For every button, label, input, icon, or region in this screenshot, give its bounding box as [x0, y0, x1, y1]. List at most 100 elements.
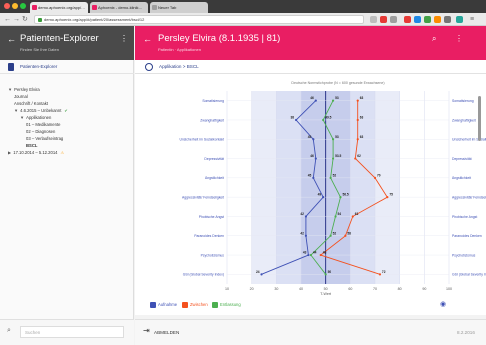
- expand-toggle-icon[interactable]: ▶: [8, 150, 11, 155]
- category-label-left: Paranoides Denken: [194, 234, 224, 238]
- check-icon: ✔: [64, 108, 68, 113]
- tree-item-label: Journal: [14, 94, 28, 99]
- data-label: 62: [357, 154, 361, 158]
- browser-tab-0[interactable]: demo.aphoenix.org/app/…: [30, 2, 88, 13]
- data-point: [373, 176, 377, 179]
- x-tick-label: 60: [348, 287, 352, 291]
- tree-item[interactable]: 01 – Medikamente: [26, 122, 60, 127]
- category-label-right: Psychotizismus: [452, 253, 476, 257]
- category-label-right: Somatisierung: [452, 99, 474, 103]
- legend-checkbox[interactable]: [212, 302, 218, 308]
- x-tick-label: 100: [446, 287, 452, 291]
- extension-icon[interactable]: [456, 16, 463, 23]
- extension-icon[interactable]: [390, 16, 397, 23]
- legend-checkbox[interactable]: [182, 302, 188, 308]
- data-point: [304, 215, 308, 218]
- maximize-window-icon[interactable]: [20, 3, 26, 9]
- logout-icon[interactable]: ⇥: [143, 326, 150, 335]
- sidebar-title: Patienten-Explorer: [20, 33, 99, 44]
- tree-item-label: Applikationen: [26, 115, 52, 120]
- footer-date: 8.2.2016: [457, 330, 475, 335]
- data-point: [294, 118, 298, 122]
- sidebar-header: ← Patienten-Explorer Finden Sie Ihre Dat…: [0, 26, 134, 60]
- logout-button[interactable]: ABMELDEN: [154, 330, 179, 335]
- category-label-left: Aggressivität/ Feindseligkeit: [182, 195, 224, 199]
- search-icon[interactable]: ⌕: [432, 34, 436, 44]
- tree-item[interactable]: 02 – Diagnosen: [26, 129, 55, 134]
- tree-item[interactable]: ▶ 17.10.2014 – 5.12.2014 ⚠: [8, 150, 64, 155]
- tree-item[interactable]: ▼ Persley Elvira: [8, 87, 40, 92]
- tree-item[interactable]: ▼ Applikationen: [20, 115, 51, 120]
- bookmark-star-icon[interactable]: [370, 16, 377, 23]
- url-text: demo.aphoenix.org/app/#/patient/20/asses…: [44, 17, 145, 22]
- data-label: 63: [360, 115, 364, 119]
- expand-toggle-icon[interactable]: ▼: [14, 108, 18, 113]
- search-input[interactable]: Suchen: [20, 326, 124, 338]
- data-point: [351, 215, 354, 218]
- chart-svg: Deutsche Normstichprobe (N = 600 gesunde…: [180, 81, 486, 296]
- x-tick-label: 70: [373, 287, 377, 291]
- extension-icon[interactable]: [414, 16, 421, 23]
- more-vert-icon[interactable]: ⋮: [455, 34, 463, 43]
- back-arrow-icon[interactable]: ←: [143, 34, 152, 44]
- data-point: [378, 273, 382, 276]
- extension-icon[interactable]: [380, 16, 387, 23]
- data-label: 45: [308, 135, 312, 139]
- reload-icon[interactable]: ↻: [22, 15, 28, 24]
- tab-label: Aphoenix - demo-klinik…: [98, 5, 143, 10]
- tree-item-label: BSCL: [26, 143, 38, 148]
- browser-tab-1[interactable]: Aphoenix - demo-klinik…: [90, 2, 148, 13]
- data-label: 63: [360, 135, 364, 139]
- data-label: 52: [333, 173, 337, 177]
- browser-menu-icon[interactable]: ≡: [470, 15, 474, 24]
- data-point: [312, 138, 315, 141]
- x-axis-label: T-Wert: [320, 292, 331, 296]
- data-label: 42: [300, 231, 304, 235]
- x-tick-label: 80: [398, 287, 402, 291]
- tree-item[interactable]: Journal: [14, 94, 28, 99]
- category-label-right: Ängstlichkeit: [452, 176, 471, 180]
- expand-toggle-icon[interactable]: ▼: [20, 115, 24, 120]
- close-window-icon[interactable]: [4, 3, 10, 9]
- extension-icon[interactable]: [434, 16, 441, 23]
- patient-header: ← Persley Elvira (8.1.1935 | 81) Patient…: [135, 26, 486, 60]
- tree-item[interactable]: ▼ 4.6.2015 – Unbekannt ✔: [14, 108, 68, 113]
- data-label: 49.5: [325, 115, 331, 119]
- legend-label: Entlassung: [220, 302, 241, 307]
- data-point: [322, 118, 325, 122]
- scrollbar[interactable]: [478, 96, 481, 141]
- tab-favicon-icon: [92, 5, 97, 10]
- sidebar-section-header[interactable]: Patienten-Explorer: [0, 60, 134, 74]
- tab-favicon-icon: [32, 5, 37, 10]
- data-point: [354, 157, 357, 160]
- extension-icon[interactable]: [404, 16, 411, 23]
- data-label: 49: [318, 193, 322, 197]
- browser-tab-2[interactable]: Neuer Tab: [150, 2, 208, 13]
- minimize-window-icon[interactable]: [12, 3, 18, 9]
- more-vert-icon[interactable]: ⋮: [120, 34, 128, 43]
- tree-item[interactable]: Anschrift / Kontakt: [14, 101, 48, 106]
- back-arrow-icon[interactable]: ←: [4, 15, 11, 24]
- category-label-left: Depressivität: [204, 157, 224, 161]
- tree-item[interactable]: BSCL: [26, 143, 37, 148]
- data-point: [356, 99, 359, 102]
- back-arrow-icon[interactable]: ←: [7, 34, 16, 44]
- tree-item[interactable]: 03 – Verlaufseintrag: [26, 136, 63, 141]
- main-footer: ⇥ ABMELDEN 8.2.2016: [135, 319, 486, 345]
- chart-title: Deutsche Normstichprobe (N = 600 gesunde…: [291, 81, 384, 85]
- data-label: 54: [338, 212, 342, 216]
- expand-toggle-icon[interactable]: ▼: [8, 87, 12, 92]
- sidebar-footer: ⌕ Suchen: [0, 319, 134, 345]
- warning-icon: ⚠: [60, 150, 65, 155]
- forward-arrow-icon[interactable]: →: [13, 15, 20, 24]
- screen: demo.aphoenix.org/app/… Aphoenix - demo-…: [0, 0, 486, 345]
- search-icon: ⌕: [7, 327, 11, 334]
- legend-checkbox[interactable]: [150, 302, 156, 308]
- visibility-icon[interactable]: ◉: [440, 301, 446, 308]
- x-tick-label: 40: [299, 287, 303, 291]
- data-label: 46: [310, 154, 314, 158]
- category-label-left: Zwanghaftigkeit: [200, 118, 224, 122]
- address-bar[interactable]: demo.aphoenix.org/app/#/patient/20/asses…: [34, 15, 364, 24]
- extension-icon[interactable]: [424, 16, 431, 23]
- extension-icon[interactable]: [444, 16, 451, 23]
